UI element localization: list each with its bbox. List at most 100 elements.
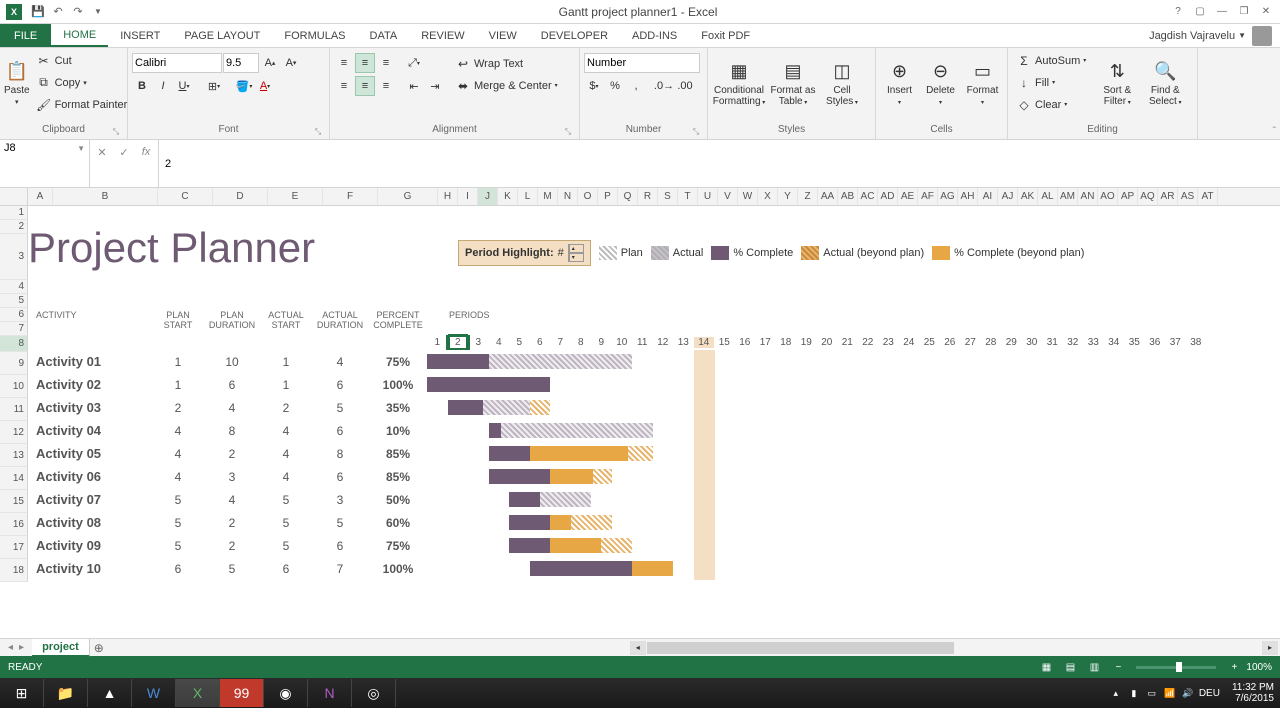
taskbar-app[interactable]: 99 [220, 679, 264, 707]
plan-dur[interactable]: 4 [203, 401, 261, 415]
row-header-10[interactable]: 10 [0, 375, 28, 398]
col-header-D[interactable]: D [213, 188, 268, 205]
start-button[interactable]: ⊞ [0, 679, 44, 707]
row-header-14[interactable]: 14 [0, 467, 28, 490]
accounting-button[interactable]: $▾ [584, 76, 604, 96]
formula-input[interactable] [159, 140, 1280, 187]
plan-start[interactable]: 1 [153, 378, 203, 392]
taskbar-chrome[interactable]: ◉ [264, 679, 308, 707]
merge-center-button[interactable]: ⬌Merge & Center ▾ [451, 75, 562, 96]
actual-start[interactable]: 4 [261, 447, 311, 461]
activity-row[interactable]: Activity 06 4 3 4 6 85% [28, 465, 1280, 488]
col-header-AN[interactable]: AN [1078, 188, 1098, 205]
italic-button[interactable]: I [153, 76, 173, 96]
fill-button[interactable]: ↓Fill ▾ [1012, 72, 1090, 93]
actual-dur[interactable]: 6 [311, 539, 369, 553]
col-header-M[interactable]: M [538, 188, 558, 205]
ribbon-tab-page-layout[interactable]: PAGE LAYOUT [172, 24, 272, 47]
activity-row[interactable]: Activity 02 1 6 1 6 100% [28, 373, 1280, 396]
launcher-icon[interactable]: ⤡ [313, 127, 323, 137]
period-35[interactable]: 35 [1124, 337, 1145, 348]
period-22[interactable]: 22 [858, 337, 879, 348]
period-16[interactable]: 16 [735, 337, 756, 348]
col-header-Z[interactable]: Z [798, 188, 818, 205]
activity-name[interactable]: Activity 08 [28, 515, 153, 530]
percent[interactable]: 75% [369, 355, 427, 369]
decrease-decimal-button[interactable]: .00 [675, 76, 695, 96]
actual-start[interactable]: 4 [261, 470, 311, 484]
ribbon-tab-add-ins[interactable]: ADD-INS [620, 24, 689, 47]
percent[interactable]: 35% [369, 401, 427, 415]
zoom-level[interactable]: 100% [1246, 662, 1272, 673]
actual-start[interactable]: 1 [261, 355, 311, 369]
row-header-3[interactable]: 3 [0, 234, 28, 280]
font-color-button[interactable]: A▾ [255, 76, 275, 96]
decrease-font-button[interactable]: A▾ [281, 53, 301, 73]
zoom-out-icon[interactable]: − [1106, 658, 1130, 676]
row-header-6[interactable]: 6 [0, 308, 28, 322]
period-38[interactable]: 38 [1186, 337, 1207, 348]
period-6[interactable]: 6 [530, 337, 551, 348]
period-25[interactable]: 25 [919, 337, 940, 348]
bold-button[interactable]: B [132, 76, 152, 96]
fill-color-button[interactable]: 🪣▾ [234, 76, 254, 96]
percent[interactable]: 85% [369, 447, 427, 461]
activity-row[interactable]: Activity 10 6 5 6 7 100% [28, 557, 1280, 580]
plan-dur[interactable]: 6 [203, 378, 261, 392]
actual-dur[interactable]: 4 [311, 355, 369, 369]
underline-button[interactable]: U▾ [174, 76, 194, 96]
activity-name[interactable]: Activity 07 [28, 492, 153, 507]
period-34[interactable]: 34 [1104, 337, 1125, 348]
period-14[interactable]: 14 [694, 337, 715, 348]
plan-start[interactable]: 1 [153, 355, 203, 369]
cancel-formula-icon[interactable]: ✕ [92, 142, 112, 162]
tray-monitor-icon[interactable]: ▭ [1145, 686, 1159, 700]
col-header-AC[interactable]: AC [858, 188, 878, 205]
delete-button[interactable]: ⊖Delete▾ [921, 50, 960, 116]
period-28[interactable]: 28 [981, 337, 1002, 348]
period-13[interactable]: 13 [673, 337, 694, 348]
row-header-4[interactable]: 4 [0, 280, 28, 294]
save-icon[interactable]: 💾 [28, 2, 48, 22]
percent[interactable]: 85% [369, 470, 427, 484]
tray-network-icon[interactable]: ▮ [1127, 686, 1141, 700]
period-33[interactable]: 33 [1083, 337, 1104, 348]
actual-dur[interactable]: 7 [311, 562, 369, 576]
clear-button[interactable]: ◇Clear ▾ [1012, 94, 1090, 115]
col-header-N[interactable]: N [558, 188, 578, 205]
paste-button[interactable]: 📋Paste ▾ [4, 50, 30, 116]
actual-dur[interactable]: 6 [311, 424, 369, 438]
period-3[interactable]: 3 [468, 337, 489, 348]
col-header-AK[interactable]: AK [1018, 188, 1038, 205]
percent-button[interactable]: % [605, 76, 625, 96]
ribbon-tab-developer[interactable]: DEVELOPER [529, 24, 620, 47]
minimize-icon[interactable]: — [1212, 3, 1232, 21]
add-sheet-icon[interactable]: ⊕ [90, 641, 108, 655]
ribbon-tab-formulas[interactable]: FORMULAS [272, 24, 357, 47]
col-header-AA[interactable]: AA [818, 188, 838, 205]
collapse-ribbon-icon[interactable]: ˆ [1273, 126, 1276, 137]
redo-icon[interactable]: ↷ [68, 2, 88, 22]
col-header-AT[interactable]: AT [1198, 188, 1218, 205]
actual-dur[interactable]: 6 [311, 378, 369, 392]
col-header-AD[interactable]: AD [878, 188, 898, 205]
hscroll-thumb[interactable] [647, 642, 954, 654]
col-header-P[interactable]: P [598, 188, 618, 205]
cell-styles-button[interactable]: ◫Cell Styles ▾ [820, 50, 864, 116]
period-8[interactable]: 8 [571, 337, 592, 348]
period-26[interactable]: 26 [940, 337, 961, 348]
qat-customize-icon[interactable]: ▼ [88, 2, 108, 22]
period-23[interactable]: 23 [878, 337, 899, 348]
sort-filter-button[interactable]: ⇅Sort & Filter ▾ [1096, 50, 1138, 116]
spinner-down-icon[interactable]: ▾ [569, 253, 584, 262]
col-header-AJ[interactable]: AJ [998, 188, 1018, 205]
orientation-button[interactable]: ⤢▾ [404, 53, 424, 73]
col-header-R[interactable]: R [638, 188, 658, 205]
activity-row[interactable]: Activity 01 1 10 1 4 75% [28, 350, 1280, 373]
period-9[interactable]: 9 [591, 337, 612, 348]
increase-font-button[interactable]: A▴ [260, 53, 280, 73]
activity-name[interactable]: Activity 10 [28, 561, 153, 576]
col-header-V[interactable]: V [718, 188, 738, 205]
decrease-indent-button[interactable]: ⇤ [404, 76, 424, 96]
period-15[interactable]: 15 [714, 337, 735, 348]
